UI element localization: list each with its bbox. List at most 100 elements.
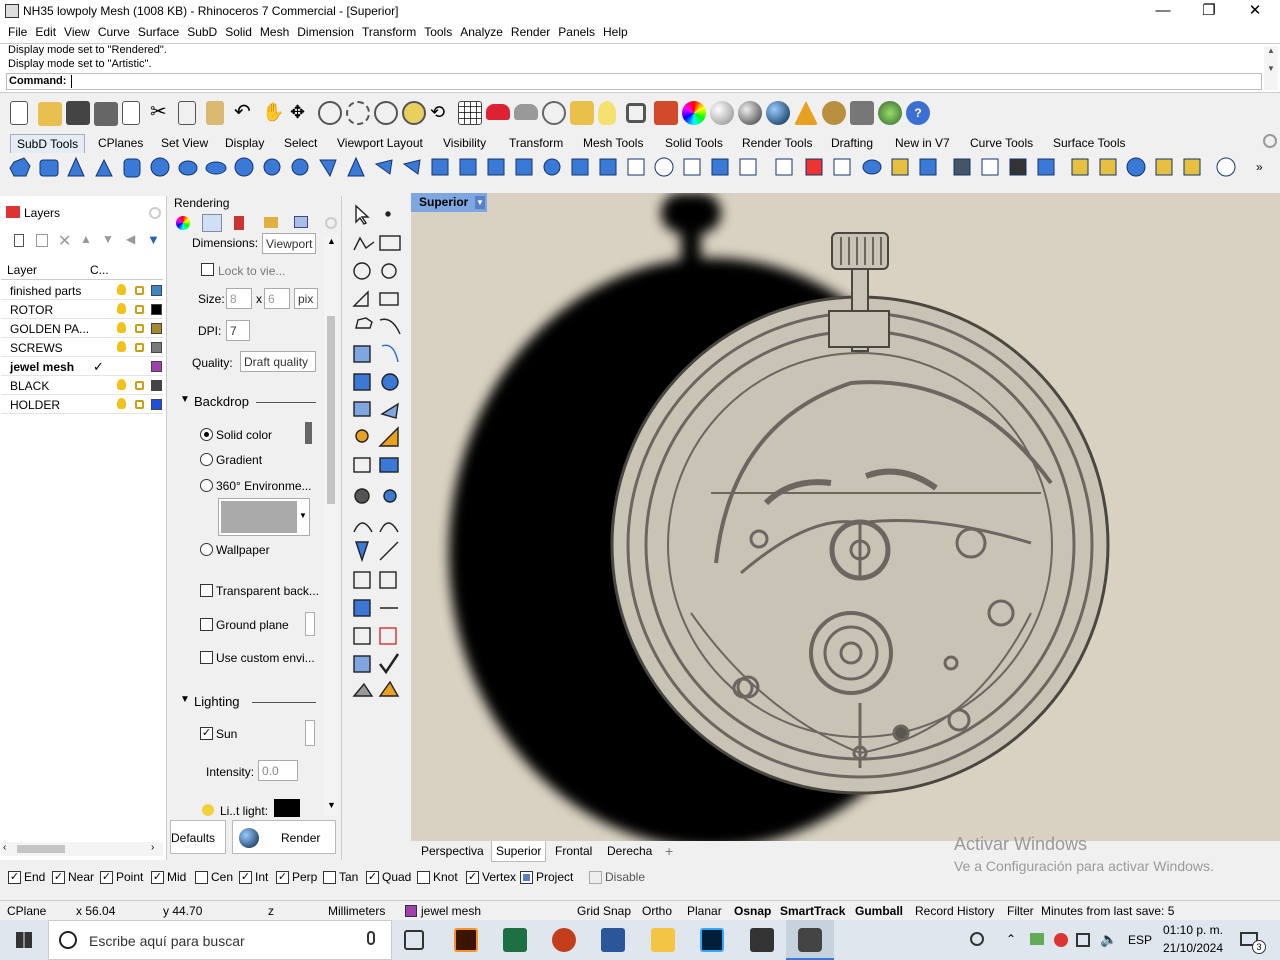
powerpoint-icon[interactable] bbox=[552, 928, 576, 952]
lock-icon[interactable] bbox=[135, 400, 144, 409]
lock-icon[interactable] bbox=[135, 343, 144, 352]
layer-color-swatch[interactable] bbox=[151, 361, 162, 372]
paste-icon[interactable] bbox=[206, 101, 224, 125]
network-icon[interactable] bbox=[1076, 933, 1090, 947]
copy-icon[interactable] bbox=[178, 101, 196, 125]
layer-color-swatch[interactable] bbox=[151, 399, 162, 410]
command-input[interactable] bbox=[71, 75, 1251, 88]
filter-icon[interactable]: ▼ bbox=[147, 232, 160, 247]
planar-toggle[interactable]: Planar bbox=[687, 904, 722, 918]
new-layer-icon[interactable] bbox=[14, 234, 24, 247]
menu-mesh[interactable]: Mesh bbox=[256, 23, 293, 41]
microphone-icon[interactable] bbox=[367, 931, 375, 945]
lock-icon[interactable] bbox=[135, 286, 144, 295]
add-viewport-icon[interactable]: + bbox=[665, 843, 673, 859]
layer-color-swatch[interactable] bbox=[151, 380, 162, 391]
open-file-icon[interactable] bbox=[38, 102, 62, 126]
menu-render[interactable]: Render bbox=[507, 23, 554, 41]
save-icon[interactable] bbox=[66, 101, 90, 125]
custom-environment-checkbox[interactable] bbox=[200, 651, 213, 664]
lock-icon[interactable] bbox=[626, 103, 646, 123]
record-history-toggle[interactable]: Record History bbox=[915, 904, 994, 918]
options-icon[interactable] bbox=[850, 101, 874, 125]
gumball-toggle[interactable]: Gumball bbox=[855, 904, 903, 918]
tray-app-icon[interactable] bbox=[1054, 933, 1068, 947]
clock-date[interactable]: 21/10/2024 bbox=[1160, 941, 1226, 955]
ortho-toggle[interactable]: Ortho bbox=[642, 904, 672, 918]
undo-view-icon[interactable]: ⟲ bbox=[430, 101, 454, 125]
close-button[interactable]: ✕ bbox=[1232, 0, 1278, 23]
color-column-header[interactable]: C... bbox=[90, 263, 109, 277]
render-settings-tab-icon[interactable] bbox=[202, 214, 222, 232]
viewport-menu-chevron-icon[interactable]: ▼ bbox=[475, 196, 485, 209]
ground-plane-checkbox[interactable] bbox=[200, 618, 213, 631]
backdrop-collapse-icon[interactable]: ▼ bbox=[180, 394, 190, 405]
properties-icon[interactable] bbox=[654, 101, 678, 125]
materials-icon[interactable] bbox=[234, 216, 244, 230]
menu-edit[interactable]: Edit bbox=[31, 23, 60, 41]
help-icon[interactable]: ? bbox=[906, 101, 930, 125]
clock-icon[interactable] bbox=[542, 101, 566, 125]
people-icon[interactable] bbox=[970, 932, 984, 946]
word-icon[interactable] bbox=[601, 928, 625, 952]
shaded-sphere-icon[interactable] bbox=[710, 101, 734, 125]
zoom-icon[interactable] bbox=[318, 101, 342, 125]
sun-settings-button[interactable] bbox=[305, 720, 315, 746]
lock-icon[interactable] bbox=[135, 324, 144, 333]
skylight-color-swatch[interactable] bbox=[274, 799, 300, 817]
tab-viewport-layout[interactable]: Viewport Layout bbox=[337, 136, 423, 150]
bulb-icon[interactable] bbox=[117, 379, 126, 390]
tab-select[interactable]: Select bbox=[284, 136, 317, 150]
folder-icon[interactable] bbox=[264, 217, 278, 228]
size-width-input[interactable]: 8 bbox=[226, 288, 252, 309]
language-indicator[interactable]: ESP bbox=[1128, 933, 1152, 947]
zoom-window-icon[interactable] bbox=[346, 101, 370, 125]
tab-transform[interactable]: Transform bbox=[509, 136, 563, 150]
bulb-icon[interactable] bbox=[117, 398, 126, 409]
tab-cplanes[interactable]: CPlanes bbox=[98, 136, 143, 150]
size-unit-dropdown[interactable]: pix bbox=[294, 288, 318, 309]
zoom-selected-icon[interactable] bbox=[402, 101, 426, 125]
menu-solid[interactable]: Solid bbox=[221, 23, 256, 41]
smarttrack-toggle[interactable]: SmartTrack bbox=[780, 904, 845, 918]
render-sphere-icon[interactable] bbox=[766, 101, 790, 125]
lock-to-viewport-checkbox[interactable] bbox=[201, 263, 214, 276]
color-wheel-icon[interactable] bbox=[682, 101, 706, 125]
menu-transform[interactable]: Transform bbox=[358, 23, 420, 41]
vptab-derecha[interactable]: Derecha bbox=[607, 844, 652, 858]
layer-row[interactable]: GOLDEN PA... bbox=[1, 319, 163, 338]
tab-subd-tools[interactable]: SubD Tools bbox=[10, 134, 86, 153]
lock-icon[interactable] bbox=[135, 305, 144, 314]
bulb-icon[interactable] bbox=[117, 322, 126, 333]
menu-help[interactable]: Help bbox=[599, 23, 632, 41]
defaults-button[interactable]: Defaults bbox=[170, 820, 226, 854]
solid-color-radio[interactable] bbox=[200, 428, 213, 441]
menu-curve[interactable]: Curve bbox=[94, 23, 134, 41]
layer-row[interactable]: ROTOR bbox=[1, 300, 163, 319]
layers-panel-title[interactable]: Layers bbox=[24, 206, 60, 220]
gear-icon[interactable] bbox=[822, 101, 846, 125]
layer-row-current[interactable]: jewel mesh ✓ bbox=[1, 357, 163, 376]
rendered-sphere-icon[interactable] bbox=[738, 101, 762, 125]
illustrator-icon[interactable] bbox=[454, 928, 478, 952]
layer-color-swatch[interactable] bbox=[151, 285, 162, 296]
file-explorer-icon[interactable] bbox=[651, 928, 675, 952]
quality-dropdown[interactable]: Draft quality bbox=[240, 351, 316, 372]
layer-color-swatch[interactable] bbox=[151, 304, 162, 315]
render-button[interactable]: Render bbox=[232, 820, 336, 854]
export-icon[interactable] bbox=[122, 101, 140, 125]
volume-icon[interactable]: 🔈 bbox=[1100, 931, 1117, 948]
ground-plane-settings-button[interactable] bbox=[305, 612, 315, 636]
wallpaper-radio[interactable] bbox=[200, 543, 213, 556]
size-height-input[interactable]: 6 bbox=[264, 288, 290, 309]
chevron-up-icon[interactable]: ⌃ bbox=[1006, 932, 1016, 946]
tab-new-in-v7[interactable]: New in V7 bbox=[895, 136, 950, 150]
menu-tools[interactable]: Tools bbox=[420, 23, 456, 41]
panel-settings-gear-icon[interactable] bbox=[325, 217, 337, 229]
calculator-icon[interactable] bbox=[750, 928, 774, 952]
bulb-icon[interactable] bbox=[117, 303, 126, 314]
print-icon[interactable] bbox=[94, 102, 118, 126]
pan-icon[interactable]: ✋ bbox=[262, 101, 286, 125]
grid-snap-toggle[interactable]: Grid Snap bbox=[577, 904, 631, 918]
spotlight-icon[interactable] bbox=[794, 101, 818, 125]
